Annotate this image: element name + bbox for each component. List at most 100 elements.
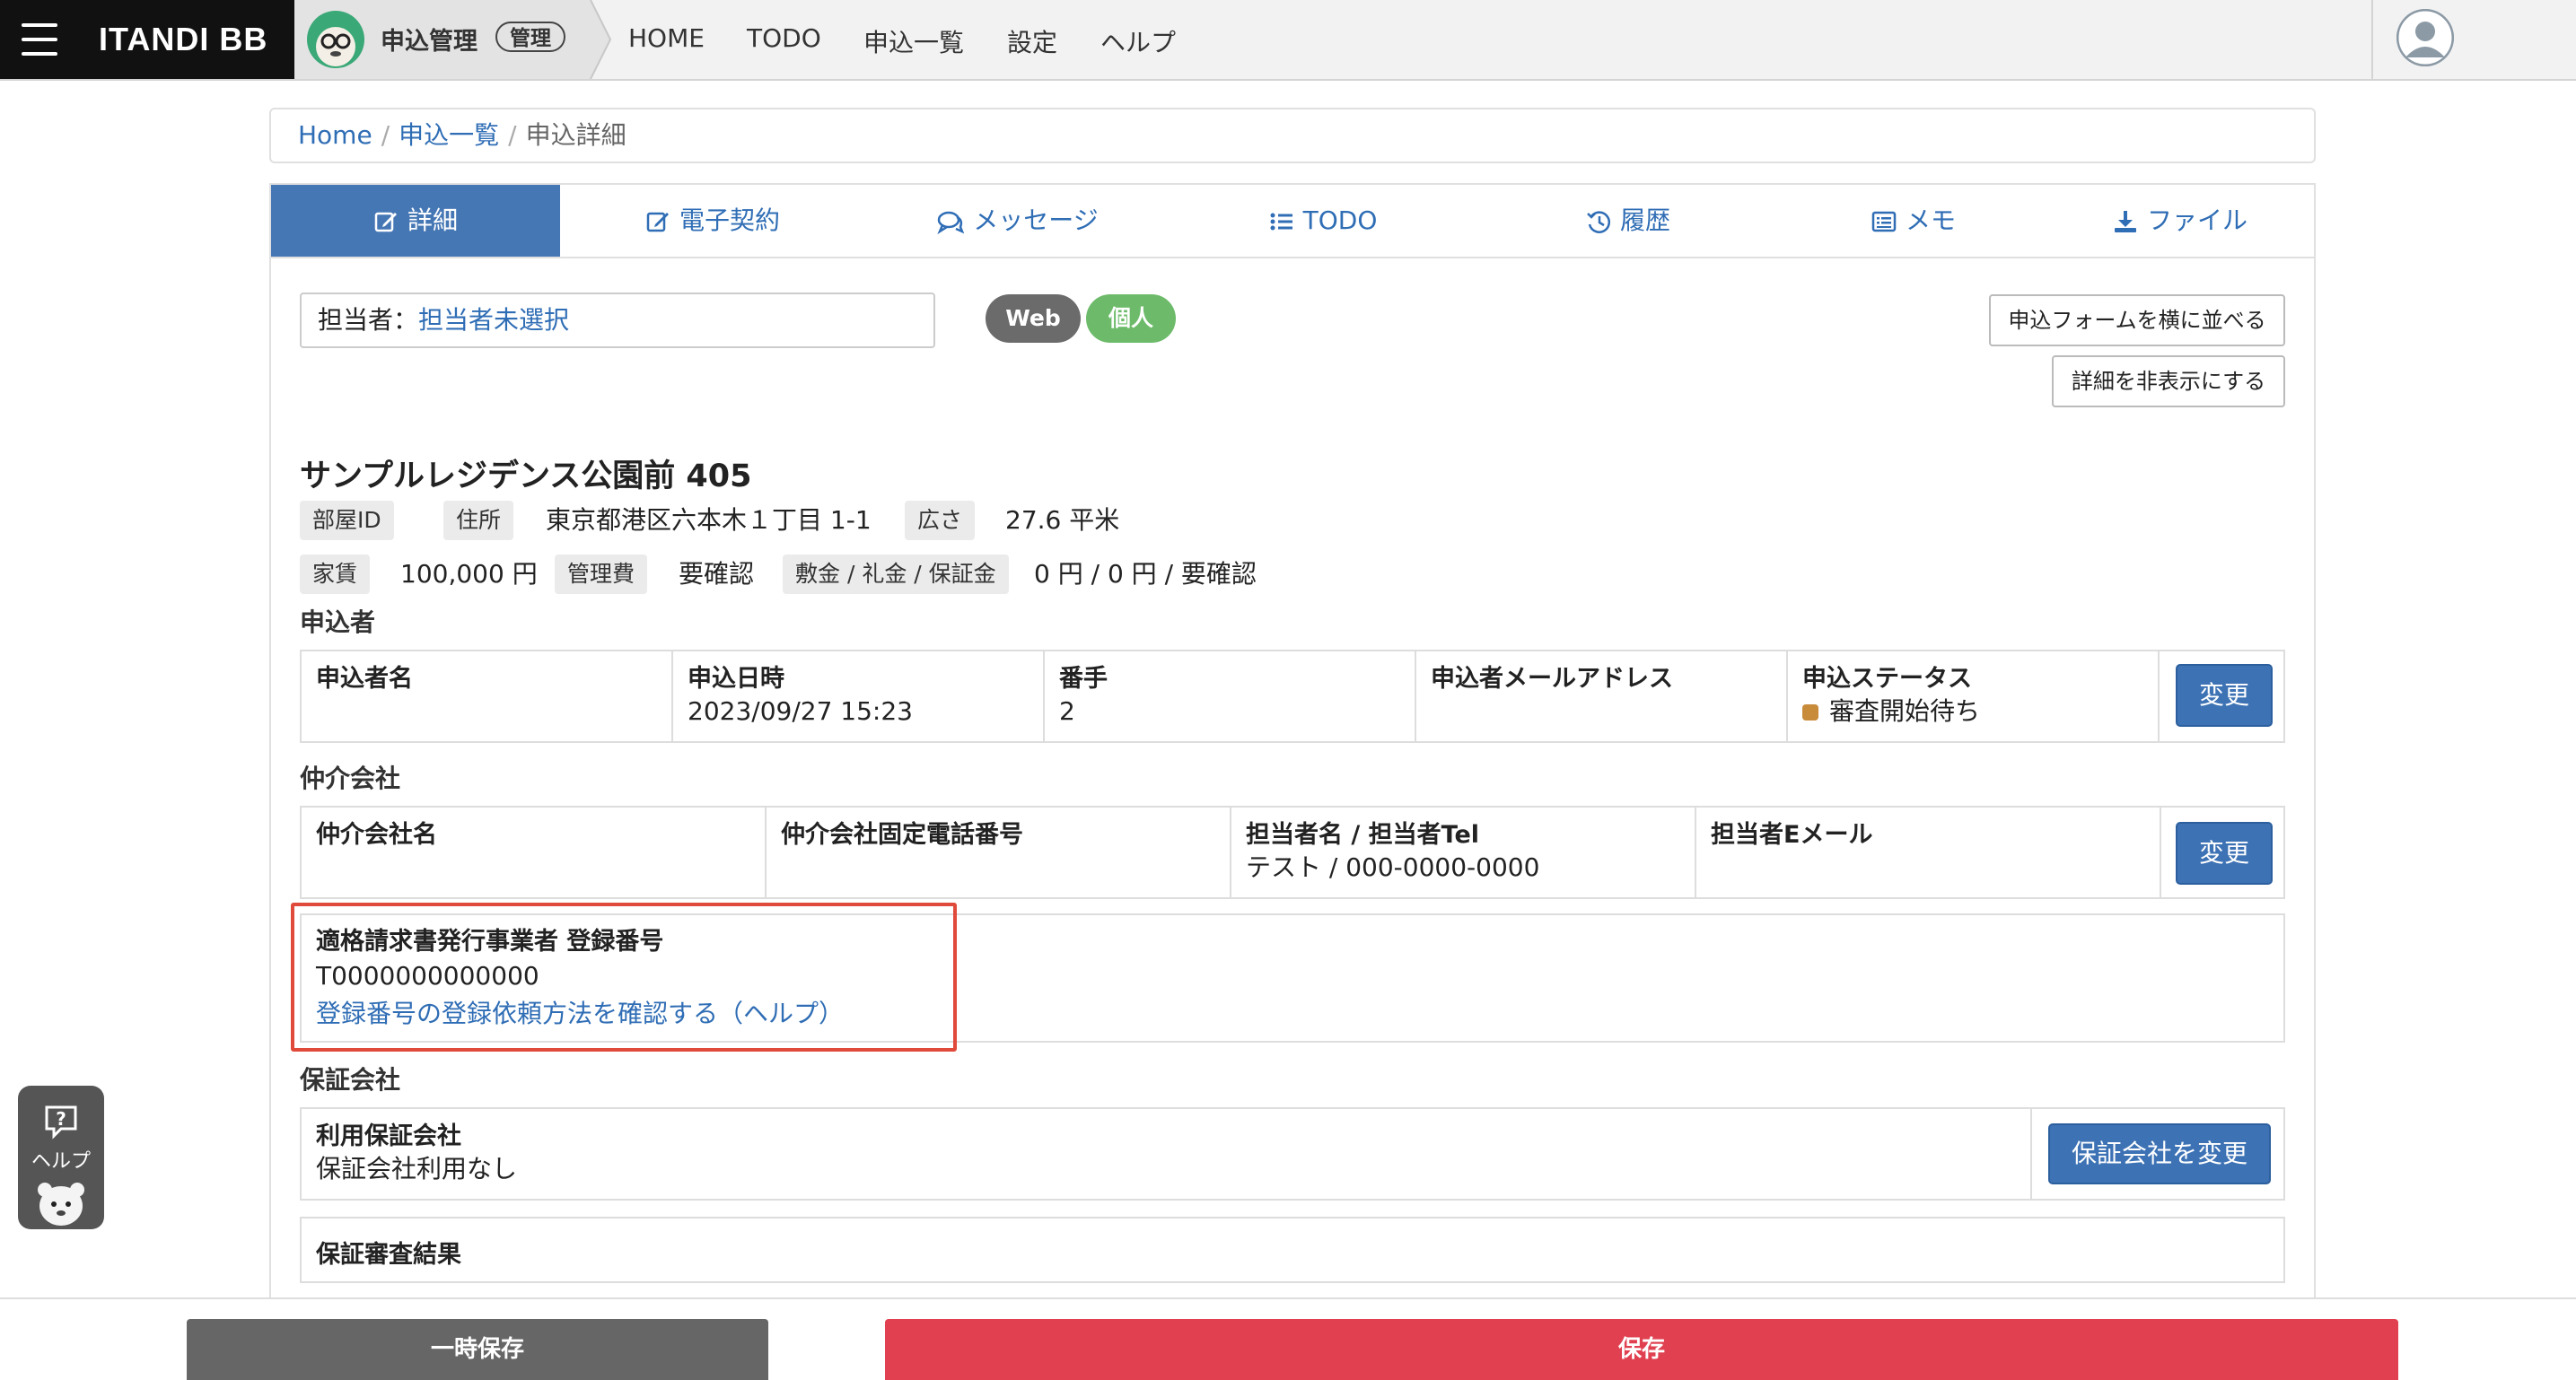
- tab-e-contract-label: 電子契約: [679, 205, 780, 235]
- nav-home[interactable]: HOME: [628, 23, 705, 53]
- save-button[interactable]: 保存: [885, 1319, 2398, 1380]
- help-widget-label: ヘルプ: [31, 1150, 91, 1173]
- broker-section-title: 仲介会社: [300, 764, 401, 793]
- broker-name-header: 仲介会社名: [316, 821, 437, 849]
- breadcrumb-current: 申込詳細: [525, 120, 626, 150]
- deposit-label: 敷金 / 礼金 / 保証金: [783, 555, 1009, 594]
- tab-details-label: 詳細: [407, 205, 458, 235]
- assignee-link[interactable]: 担当者未選択: [418, 305, 569, 335]
- deposit-value: 0 円 / 0 円 / 要確認: [1034, 559, 1257, 589]
- tab-messages-label: メッセージ: [973, 205, 1099, 235]
- footer-action-bar: 一時保存 保存: [0, 1297, 2576, 1380]
- highlight-box: [291, 903, 957, 1052]
- status-indicator-icon: [1802, 704, 1818, 721]
- application-status-header: 申込ステータス: [1802, 665, 1972, 693]
- broker-phone-cell: 仲介会社固定電話番号: [767, 808, 1231, 897]
- personal-badge: 個人: [1086, 294, 1176, 343]
- tab-memo[interactable]: メモ: [1781, 185, 2046, 257]
- broker-change-button[interactable]: 変更: [2176, 822, 2273, 885]
- web-badge: Web: [986, 294, 1081, 343]
- broker-name-cell: 仲介会社名: [302, 808, 767, 897]
- tab-todo-label: TODO: [1302, 205, 1378, 235]
- broker-contact-value: テスト / 000-0000-0000: [1246, 852, 1540, 882]
- avatar-icon[interactable]: [2396, 9, 2454, 66]
- admin-badge: 管理: [495, 22, 565, 52]
- broker-contact-header: 担当者名 / 担当者Tel: [1246, 821, 1480, 849]
- breadcrumb-application-list[interactable]: 申込一覧: [399, 120, 499, 150]
- app-title: 申込管理: [381, 28, 478, 56]
- tab-memo-label: メモ: [1905, 205, 1956, 235]
- assignee-label: 担当者：: [318, 305, 419, 335]
- applicant-name-header: 申込者名: [316, 665, 413, 693]
- assignee-field[interactable]: 担当者：担当者未選択: [300, 293, 935, 348]
- rent-label: 家賃: [300, 555, 371, 594]
- nav-todo[interactable]: TODO: [747, 23, 821, 53]
- guarantor-section-title: 保証会社: [300, 1065, 401, 1095]
- tab-history-label: 履歴: [1619, 205, 1670, 235]
- help-widget[interactable]: ? ヘルプ: [18, 1086, 104, 1229]
- guarantor-company-value: 保証会社利用なし: [316, 1154, 518, 1183]
- application-date-cell: 申込日時 2023/09/27 15:23: [673, 651, 1045, 741]
- breadcrumb-arrow: [589, 0, 612, 79]
- mascot-icon: [307, 11, 364, 68]
- user-menu[interactable]: [2371, 0, 2576, 79]
- guarantor-company-cell: 利用保証会社 保証会社利用なし: [302, 1109, 2032, 1199]
- temp-save-button[interactable]: 一時保存: [187, 1319, 768, 1380]
- detail-panel: 詳細 電子契約 メッセージ TODO 履歴 メモ ファイル 担当者：担当者未選択…: [269, 183, 2316, 1378]
- guarantor-result-header: 保証審査結果: [316, 1241, 461, 1269]
- tab-history[interactable]: 履歴: [1476, 185, 1781, 257]
- tab-todo[interactable]: TODO: [1170, 185, 1476, 257]
- breadcrumb-home[interactable]: Home: [298, 120, 372, 150]
- history-icon: [1587, 211, 1610, 233]
- tab-details[interactable]: 詳細: [271, 185, 560, 257]
- nav-settings[interactable]: 設定: [1007, 23, 1057, 59]
- application-status-cell: 申込ステータス 審査開始待ち: [1788, 651, 2160, 741]
- guarantor-table: 利用保証会社 保証会社利用なし 保証会社を変更: [300, 1107, 2285, 1201]
- hide-details-button[interactable]: 詳細を非表示にする: [2052, 355, 2285, 407]
- bear-mascot-icon: [38, 1183, 84, 1226]
- side-by-side-button[interactable]: 申込フォームを横に並べる: [1989, 294, 2285, 346]
- tab-bar: 詳細 電子契約 メッセージ TODO 履歴 メモ ファイル: [271, 185, 2314, 258]
- download-icon: [2114, 211, 2136, 232]
- application-date-value: 2023/09/27 15:23: [688, 696, 913, 726]
- broker-table: 仲介会社名 仲介会社固定電話番号 担当者名 / 担当者Tel テスト / 000…: [300, 806, 2285, 899]
- broker-email-header: 担当者Eメール: [1711, 821, 1873, 849]
- brand-logo[interactable]: ITANDI BB: [79, 0, 294, 79]
- nav-help[interactable]: ヘルプ: [1100, 23, 1176, 59]
- guarantor-result-box: 保証審査結果: [300, 1217, 2285, 1283]
- room-id-label: 部屋ID: [300, 501, 394, 540]
- broker-phone-header: 仲介会社固定電話番号: [781, 821, 1023, 849]
- chat-icon: [937, 211, 965, 235]
- address-value: 東京都港区六本木１丁目 1-1: [546, 505, 872, 535]
- applicant-table: 申込者名 申込日時 2023/09/27 15:23 番手 2 申込者メールアド…: [300, 650, 2285, 743]
- order-cell: 番手 2: [1045, 651, 1416, 741]
- area-label: 広さ: [905, 501, 976, 540]
- applicant-change-button[interactable]: 変更: [2176, 664, 2273, 727]
- memo-icon: [1871, 211, 1897, 232]
- tab-files-label: ファイル: [2146, 205, 2247, 235]
- applicant-section-title: 申込者: [300, 607, 376, 637]
- management-fee-value: 要確認: [679, 559, 755, 589]
- broker-contact-cell: 担当者名 / 担当者Tel テスト / 000-0000-0000: [1231, 808, 1696, 897]
- breadcrumb: Home / 申込一覧 / 申込詳細: [269, 108, 2316, 163]
- change-guarantor-button[interactable]: 保証会社を変更: [2048, 1123, 2271, 1184]
- edit-icon: [646, 212, 669, 232]
- list-icon: [1270, 213, 1292, 231]
- tab-files[interactable]: ファイル: [2046, 185, 2314, 257]
- hamburger-menu-icon[interactable]: [0, 0, 79, 79]
- address-label: 住所: [443, 501, 514, 540]
- guarantor-company-header: 利用保証会社: [316, 1122, 461, 1150]
- applicant-email-header: 申込者メールアドレス: [1431, 665, 1673, 693]
- applicant-email-cell: 申込者メールアドレス: [1416, 651, 1788, 741]
- edit-icon: [374, 212, 397, 232]
- property-title: サンプルレジデンス公園前 405: [300, 459, 752, 494]
- order-link[interactable]: 2: [1059, 694, 1400, 729]
- nav-applications[interactable]: 申込一覧: [863, 23, 964, 59]
- tab-e-contract[interactable]: 電子契約: [560, 185, 865, 257]
- broker-email-cell: 担当者Eメール: [1696, 808, 2161, 897]
- help-question-icon: ?: [45, 1105, 77, 1140]
- svg-text:?: ?: [56, 1108, 66, 1130]
- order-header: 番手: [1059, 665, 1108, 693]
- application-date-header: 申込日時: [688, 665, 784, 693]
- tab-messages[interactable]: メッセージ: [865, 185, 1170, 257]
